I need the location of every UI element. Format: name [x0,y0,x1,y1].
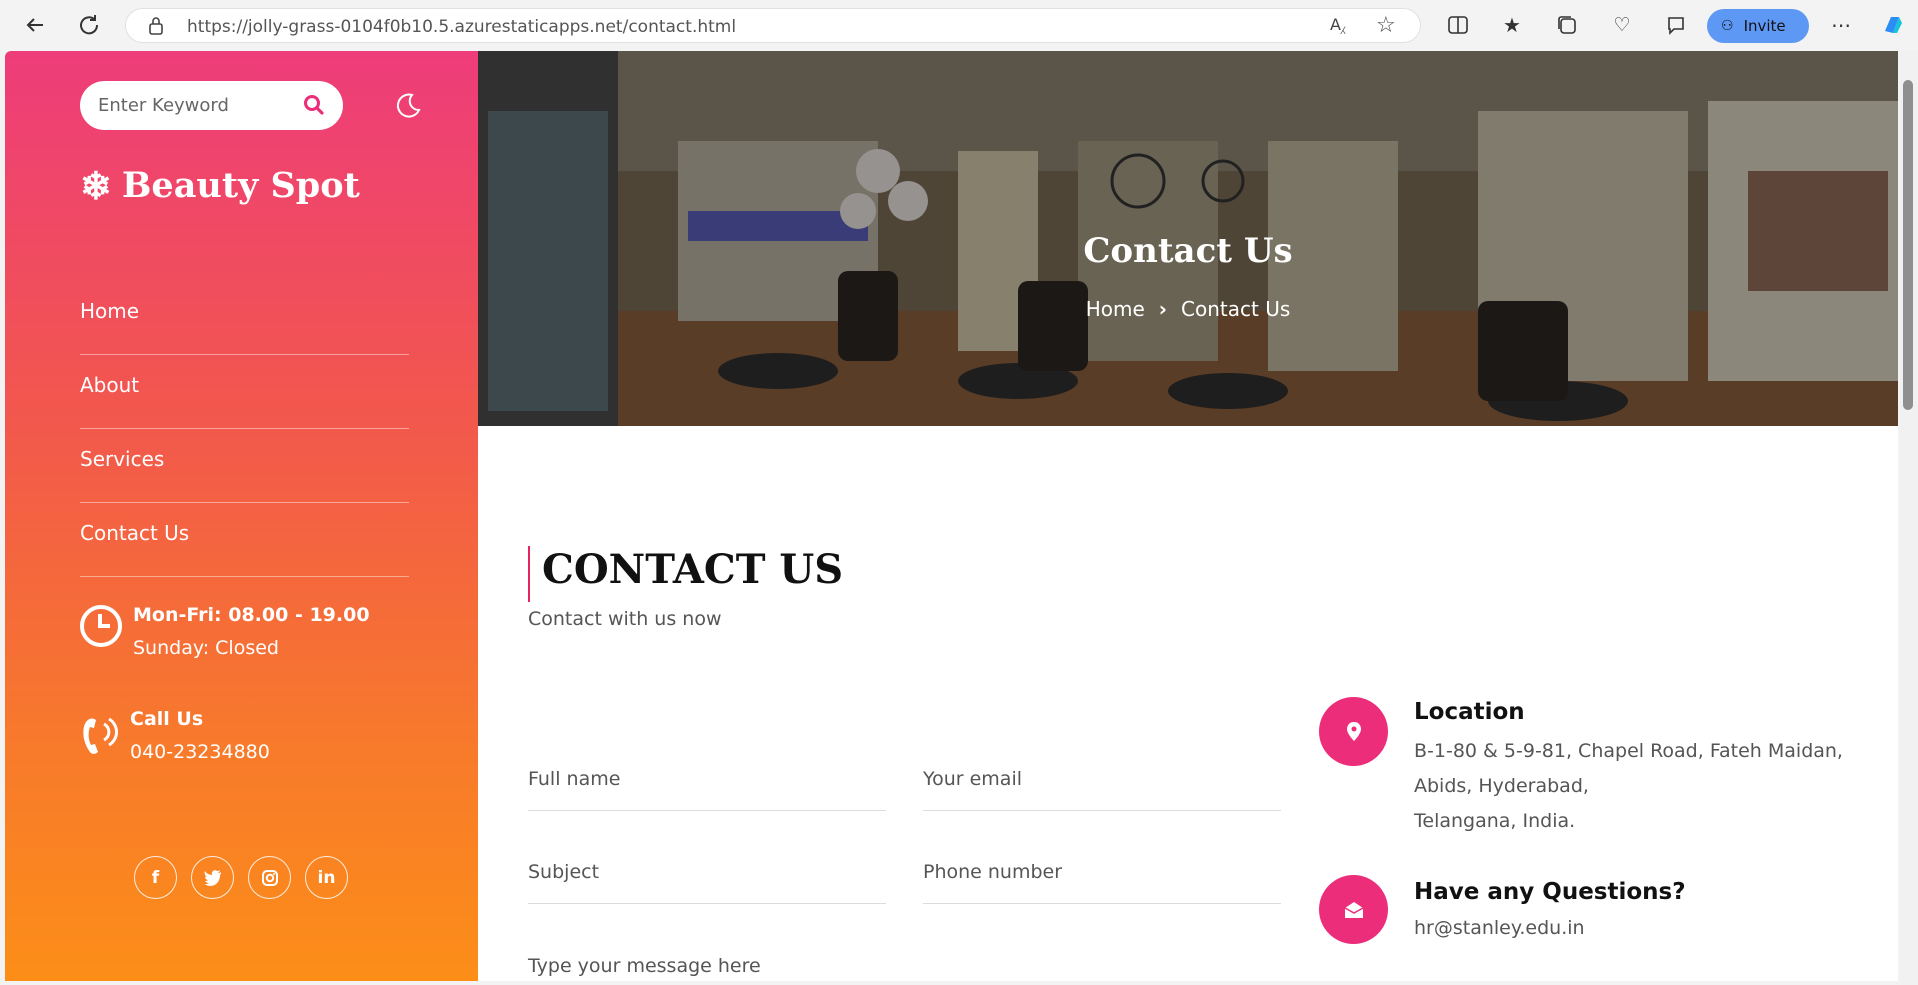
sidebar-item-about[interactable]: About [80,355,409,429]
hero-banner: Contact Us Home › Contact Us [478,51,1898,426]
menu-label: Home [80,299,140,323]
refresh-button[interactable] [73,9,105,41]
lock-icon[interactable] [147,16,165,40]
split-screen-icon[interactable] [1443,10,1473,40]
web-page: ❄ Beauty Spot Home About Services Contac… [5,51,1898,981]
message-placeholder: Type your message here [528,955,761,977]
collections-icon[interactable] [1552,10,1582,40]
page-subtitle: Contact with us now [528,608,722,630]
address-bar[interactable]: https://jolly-grass-0104f0b10.5.azuresta… [125,8,1421,43]
breadcrumb-home[interactable]: Home [1086,297,1145,321]
chat-icon[interactable] [1661,10,1691,40]
favorites-icon[interactable]: ★ [1497,10,1527,40]
sidebar-item-home[interactable]: Home [80,281,409,355]
back-arrow-icon [26,18,43,32]
search-input[interactable] [98,93,288,117]
breadcrumb-current: Contact Us [1181,297,1291,321]
page-title: CONTACT US [542,546,844,593]
breadcrumb: Home › Contact Us [478,297,1898,321]
instagram-icon[interactable] [248,856,291,899]
invite-label: Invite [1743,17,1786,35]
twitter-icon[interactable] [191,856,234,899]
full-name-placeholder: Full name [528,768,621,790]
copilot-icon[interactable] [1878,10,1908,40]
facebook-icon[interactable]: f [134,856,177,899]
brand-logo[interactable]: ❄ Beauty Spot [80,163,360,208]
refresh-icon [80,15,99,35]
health-icon[interactable]: ♡ [1607,10,1637,40]
subject-placeholder: Subject [528,861,600,883]
questions-email[interactable]: hr@stanley.edu.in [1414,917,1585,939]
url-text: https://jolly-grass-0104f0b10.5.azuresta… [187,17,737,37]
favorite-star-icon[interactable]: ☆ [1376,13,1396,38]
call-title: Call Us [130,708,204,730]
location-pin-icon [1319,697,1388,766]
chevron-right-icon: › [1158,297,1168,321]
call-number[interactable]: 040-23234880 [130,741,270,763]
sidebar-menu: Home About Services Contact Us [80,281,409,577]
linkedin-icon[interactable]: in [305,856,348,899]
more-options-icon[interactable]: ⋯ [1826,10,1856,40]
social-links: f in [134,856,348,899]
dark-mode-moon-icon[interactable] [393,91,423,121]
location-line: Abids, Hyderabad, [1414,775,1589,797]
location-line: B-1-80 & 5-9-81, Chapel Road, Fateh Maid… [1414,740,1843,762]
browser-toolbar: https://jolly-grass-0104f0b10.5.azuresta… [0,0,1918,50]
hero-title: Contact Us [1083,231,1293,271]
sidebar-item-services[interactable]: Services [80,429,409,503]
back-button[interactable] [19,9,51,41]
questions-title: Have any Questions? [1414,879,1686,905]
location-title: Location [1414,699,1525,725]
menu-label: About [80,373,140,397]
sidebar-item-contact-us[interactable]: Contact Us [80,503,409,577]
hours-sub: Sunday: Closed [133,637,279,659]
location-line: Telangana, India. [1414,810,1576,832]
read-aloud-icon[interactable]: A⁁ [1330,15,1345,34]
menu-label: Services [80,447,165,471]
message-field[interactable]: Type your message here [528,935,1281,981]
brand-name: Beauty Spot [121,165,360,206]
clock-icon [80,605,122,647]
invite-button[interactable]: ⚇ Invite [1707,9,1809,43]
subject-field[interactable]: Subject [528,841,886,904]
email-placeholder: Your email [923,768,1022,790]
people-icon: ⚇ [1721,18,1734,34]
phone-placeholder: Phone number [923,861,1063,883]
menu-label: Contact Us [80,521,190,545]
snowflake-icon: ❄ [80,163,112,208]
envelope-open-icon [1319,875,1388,944]
phone-field[interactable]: Phone number [923,841,1281,904]
email-field[interactable]: Your email [923,748,1281,811]
sidebar: ❄ Beauty Spot Home About Services Contac… [5,51,478,981]
search-box [80,81,343,130]
hours-title: Mon-Fri: 08.00 - 19.00 [133,604,370,626]
search-icon[interactable] [303,94,325,120]
phone-icon [80,710,122,766]
heading-accent-bar [528,546,530,602]
full-name-field[interactable]: Full name [528,748,886,811]
scrollbar-thumb[interactable] [1903,80,1913,410]
